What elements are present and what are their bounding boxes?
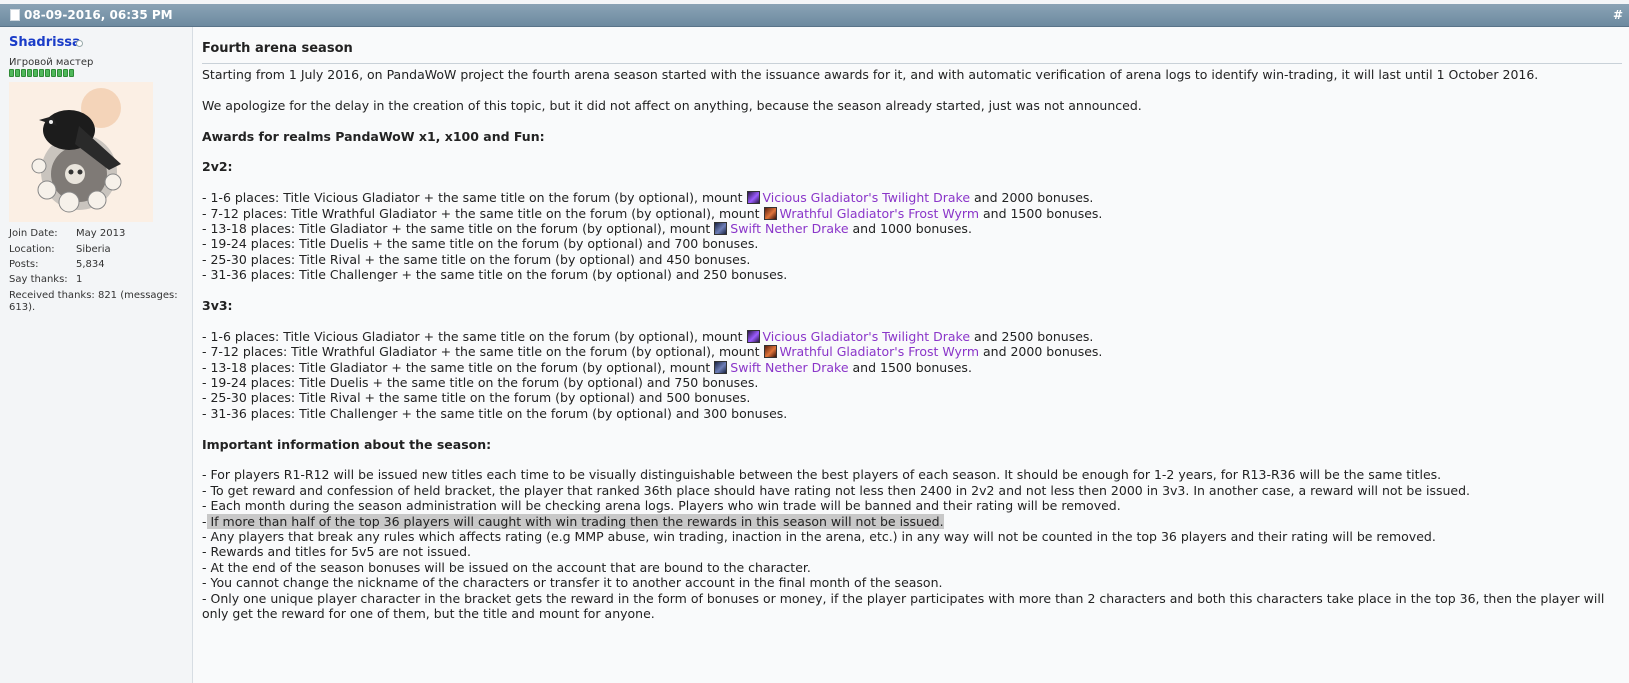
post-title: Fourth arena season [202, 41, 353, 56]
info-item: - At the end of the season bonuses will … [202, 559, 811, 575]
post-date: 08-09-2016, 06:35 PM [24, 8, 173, 22]
reputation-pip [69, 69, 74, 77]
reward-3v3-row: - 13-18 places: Title Gladiator + the sa… [202, 360, 1617, 375]
reward-3v3-row: - 25-30 places: Title Rival + the same t… [202, 390, 751, 406]
reward-2v2-row: - 31-36 places: Title Challenger + the s… [202, 267, 788, 283]
reward-text: - 7-12 places: Title Wrathful Gladiator … [202, 344, 764, 360]
reward-text: - 1-6 places: Title Vicious Gladiator + … [202, 190, 747, 206]
reward-text: and 2000 bonuses. [970, 190, 1094, 206]
post-header: 08-09-2016, 06:35 PM # [0, 4, 1629, 27]
intro-paragraph: Starting from 1 July 2016, on PandaWoW p… [202, 67, 1539, 82]
user-sidebar: Shadrissa Игровой мастер Join Date: May … [0, 27, 193, 683]
frost-wyrm-link[interactable]: Wrathful Gladiator's Frost Wyrm [780, 206, 980, 221]
info-item: - For players R1-R12 will be issued new … [202, 467, 1442, 483]
nether-drake-link[interactable]: Swift Nether Drake [730, 221, 848, 236]
info-item: - Any players that break any rules which… [202, 529, 1436, 545]
posts-row: Posts: 5,834 [9, 259, 105, 270]
awards-heading: Awards for realms PandaWoW x1, x100 and … [202, 128, 545, 144]
twilight-drake-link[interactable]: Vicious Gladiator's Twilight Drake [763, 329, 971, 344]
reward-2v2-row: - 25-30 places: Title Rival + the same t… [202, 251, 751, 267]
title-divider [202, 63, 1622, 64]
twilight-drake-icon [746, 191, 760, 205]
reputation-pip [45, 69, 50, 77]
apology-paragraph: We apologize for the delay in the creati… [202, 97, 1142, 113]
received-thanks: Received thanks: 821 (messages: 613). [9, 290, 178, 313]
nether-drake-link[interactable]: Swift Nether Drake [730, 360, 848, 375]
highlighted-info: If more than half of the top 36 players … [206, 513, 944, 529]
reputation-pip [9, 69, 14, 77]
important-heading: Important information about the season: [202, 436, 492, 452]
info-item: - If more than half of the top 36 player… [202, 513, 1617, 529]
bracket-2v2-heading: 2v2: [202, 159, 233, 175]
info-item: - Only one unique player character in th… [202, 590, 1605, 622]
bracket-3v3-heading: 3v3: [202, 298, 233, 314]
reward-text: and 1500 bonuses. [979, 205, 1103, 221]
frost-wyrm-icon [763, 345, 777, 359]
reward-3v3-row: - 19-24 places: Title Duelis + the same … [202, 375, 759, 391]
reward-text: and 2000 bonuses. [979, 344, 1103, 360]
raven-avatar-image [9, 82, 153, 222]
reputation-pip [51, 69, 56, 77]
nether-drake-icon [714, 360, 728, 374]
twilight-drake-link[interactable]: Vicious Gladiator's Twilight Drake [763, 190, 971, 205]
post-content: Fourth arena season Starting from 1 July… [193, 27, 1629, 683]
reward-3v3-row: - 31-36 places: Title Challenger + the s… [202, 405, 788, 421]
reward-text: and 1500 bonuses. [848, 359, 972, 375]
info-item: - Each month during the season administr… [202, 498, 1121, 514]
reward-text: and 1000 bonuses. [848, 221, 972, 236]
location-value: Siberia [76, 244, 111, 255]
offline-status-icon [76, 40, 83, 47]
frost-wyrm-link[interactable]: Wrathful Gladiator's Frost Wyrm [780, 344, 980, 359]
reward-2v2-row: - 1-6 places: Title Vicious Gladiator + … [202, 190, 1617, 205]
reward-2v2-row: - 13-18 places: Title Gladiator + the sa… [202, 221, 1617, 236]
info-item: - To get reward and confession of held b… [202, 482, 1471, 498]
reputation-pip [21, 69, 26, 77]
reward-2v2-row: - 19-24 places: Title Duelis + the same … [202, 236, 759, 252]
user-title: Игровой мастер [9, 57, 94, 68]
info-item: - You cannot change the nickname of the … [202, 575, 943, 591]
nether-drake-icon [714, 222, 728, 235]
reputation-pip [63, 69, 68, 77]
reward-text: - 13-18 places: Title Gladiator + the sa… [202, 221, 715, 236]
join-date-value: May 2013 [76, 228, 126, 239]
username-link[interactable]: Shadrissa [9, 35, 81, 50]
posts-value: 5,834 [76, 259, 105, 270]
reputation-pip [15, 69, 20, 77]
reward-3v3-row: - 1-6 places: Title Vicious Gladiator + … [202, 329, 1617, 344]
reputation-bar [9, 69, 74, 77]
reward-3v3-row: - 7-12 places: Title Wrathful Gladiator … [202, 344, 1617, 359]
join-date-row: Join Date: May 2013 [9, 228, 125, 239]
twilight-drake-icon [746, 329, 760, 343]
posts-label: Posts: [9, 259, 39, 270]
frost-wyrm-icon [763, 206, 777, 220]
reward-text: - 1-6 places: Title Vicious Gladiator + … [202, 328, 747, 344]
forum-post: 08-09-2016, 06:35 PM # Shadrissa Игровой… [0, 0, 1629, 683]
say-thanks-label: Say thanks: [9, 274, 68, 285]
location-row: Location: Siberia [9, 244, 111, 255]
reputation-pip [27, 69, 32, 77]
reputation-pip [33, 69, 38, 77]
reputation-pip [39, 69, 44, 77]
info-item: - Rewards and titles for 5v5 are not iss… [202, 544, 472, 560]
info-dash: - [202, 513, 207, 529]
say-thanks-value: 1 [76, 274, 83, 285]
say-thanks-row: Say thanks: 1 [9, 274, 82, 285]
post-number-link[interactable]: # [1613, 8, 1623, 22]
document-icon [10, 9, 20, 21]
location-label: Location: [9, 244, 55, 255]
avatar[interactable] [9, 82, 153, 222]
post-body: Starting from 1 July 2016, on PandaWoW p… [202, 67, 1617, 622]
reputation-pip [57, 69, 62, 77]
reward-text: - 7-12 places: Title Wrathful Gladiator … [202, 205, 764, 221]
reward-text: - 13-18 places: Title Gladiator + the sa… [202, 359, 715, 375]
join-date-label: Join Date: [9, 228, 58, 239]
reward-text: and 2500 bonuses. [970, 328, 1094, 344]
reward-2v2-row: - 7-12 places: Title Wrathful Gladiator … [202, 206, 1617, 221]
